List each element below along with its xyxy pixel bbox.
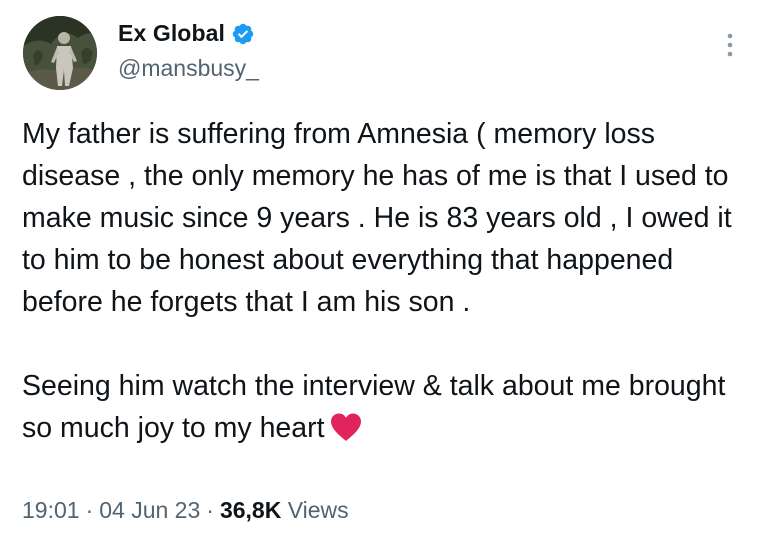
tweet-date[interactable]: 04 Jun 23: [99, 497, 200, 523]
author-handle[interactable]: @mansbusy_: [118, 55, 259, 82]
more-options-button[interactable]: [715, 28, 745, 62]
tweet-card: Ex Global @mansbusy_ My father is suffer…: [0, 0, 768, 540]
separator: ·: [206, 497, 214, 523]
avatar-image: [23, 16, 97, 90]
red-heart-icon: [329, 412, 363, 442]
tweet-paragraph: My father is suffering from Amnesia ( me…: [22, 118, 732, 318]
verified-badge-icon: [231, 22, 255, 46]
tweet-body: My father is suffering from Amnesia ( me…: [22, 113, 747, 449]
author-display-name[interactable]: Ex Global: [118, 20, 225, 47]
tweet-paragraph-text: Seeing him watch the interview & talk ab…: [22, 370, 726, 444]
tweet-meta: 19:01 · 04 Jun 23 · 36,8K Views: [22, 497, 349, 524]
more-vertical-icon: [727, 33, 733, 57]
tweet-time[interactable]: 19:01: [22, 497, 80, 523]
views-label: Views: [287, 497, 349, 523]
tweet-paragraph: Seeing him watch the interview & talk ab…: [22, 365, 747, 449]
separator: ·: [85, 497, 94, 523]
views-count[interactable]: 36,8K: [220, 497, 281, 523]
author-name-row: Ex Global: [118, 20, 255, 47]
avatar[interactable]: [23, 16, 97, 90]
